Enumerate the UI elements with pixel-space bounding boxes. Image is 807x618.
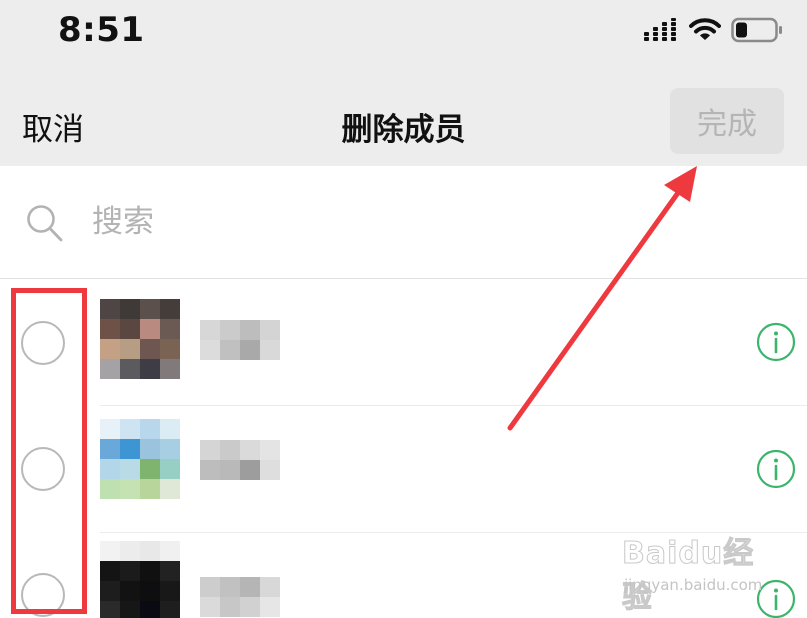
member-row[interactable] [0, 406, 807, 533]
member-row[interactable] [0, 533, 807, 618]
status-bar: 8:51 [0, 0, 807, 70]
info-icon[interactable] [756, 449, 796, 489]
avatar [100, 299, 180, 379]
search-bar [0, 166, 807, 279]
info-icon[interactable] [756, 579, 796, 618]
battery-icon [731, 17, 783, 47]
screen: 8:51 取消 删除成员 完成 搜索 Baidu经验 jingyan.baidu… [0, 0, 807, 618]
done-button[interactable]: 完成 [670, 88, 784, 154]
nav-bar: 取消 删除成员 完成 [0, 70, 807, 166]
member-name-blurred [200, 440, 280, 480]
member-name-blurred [200, 320, 280, 360]
info-icon[interactable] [756, 322, 796, 362]
member-select-radio[interactable] [21, 573, 65, 617]
search-input[interactable] [92, 194, 752, 250]
wifi-icon [689, 18, 721, 46]
member-row[interactable] [0, 279, 807, 406]
avatar [100, 419, 180, 519]
member-name-blurred [200, 577, 280, 617]
search-icon [26, 204, 64, 244]
cellular-signal-icon [643, 18, 679, 46]
status-icons [643, 17, 783, 47]
member-select-radio[interactable] [21, 447, 65, 491]
status-time: 8:51 [58, 10, 145, 50]
member-select-radio[interactable] [21, 321, 65, 365]
avatar [100, 541, 180, 618]
